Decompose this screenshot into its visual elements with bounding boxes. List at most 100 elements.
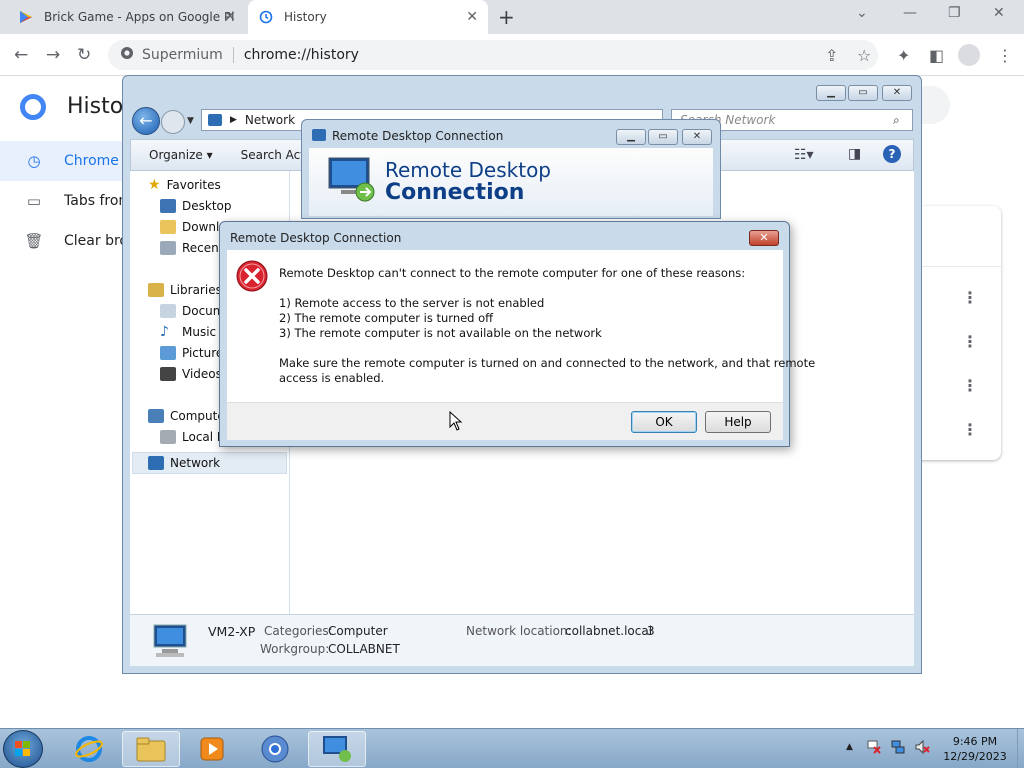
minimize-icon[interactable]: — [903, 5, 917, 21]
minimize-button[interactable]: ▁ [616, 129, 646, 145]
tab-history[interactable]: History ✕ [248, 0, 488, 34]
clock-date: 12/29/2023 [943, 750, 1007, 763]
share-icon[interactable]: ⇪ [825, 46, 838, 65]
site-info-icon[interactable] [120, 46, 134, 64]
nav-documents[interactable]: Docum [160, 301, 224, 321]
error-dialog: Remote Desktop Connection ✕ Remote Deskt… [219, 221, 815, 447]
tab-brick-game[interactable]: Brick Game - Apps on Google Pl ✕ [8, 0, 246, 34]
profile-avatar-icon[interactable] [958, 44, 980, 66]
network-tray-icon[interactable] [890, 739, 906, 755]
ok-button[interactable]: OK [631, 411, 697, 433]
close-button[interactable]: ✕ [682, 129, 712, 145]
reason-2: 2) The remote computer is turned off [279, 311, 494, 325]
close-tab-icon[interactable]: ✕ [466, 9, 478, 25]
history-icon: ◷ [27, 152, 41, 170]
omnibox-url[interactable]: chrome://history [244, 47, 359, 63]
sidebar-item-label: Clear bro [64, 233, 128, 249]
row-menu-icon[interactable]: ⋮ [962, 332, 978, 351]
trash-icon: 🗑 [24, 232, 44, 250]
show-hidden-icons-icon[interactable]: ▲ [846, 742, 853, 752]
close-tab-icon[interactable]: ✕ [224, 9, 236, 25]
error-icon [236, 260, 268, 292]
nav-downloads[interactable]: Downlo [160, 217, 227, 237]
nav-label: Videos [182, 367, 222, 381]
window-title: Remote Desktop Connection [332, 129, 504, 143]
more-menu-icon[interactable]: ⋮ [997, 46, 1013, 65]
row-menu-icon[interactable]: ⋮ [962, 376, 978, 395]
maximize-button[interactable]: ▭ [648, 129, 678, 145]
side-panel-icon[interactable]: ◧ [929, 46, 944, 65]
breadcrumb[interactable]: Network [245, 113, 295, 127]
nav-videos[interactable]: Videos [160, 364, 222, 384]
chromium-browser-icon[interactable] [246, 731, 304, 767]
documents-icon [160, 304, 176, 318]
workgroup-value: COLLABNET [328, 642, 400, 656]
preview-pane-icon[interactable]: ◨ [848, 146, 861, 162]
music-icon: ♪ [160, 324, 169, 340]
forward-arrow-icon[interactable]: → [46, 45, 60, 65]
recent-pages-chevron-icon[interactable]: ▼ [187, 116, 194, 126]
row-menu-icon[interactable]: ⋮ [962, 420, 978, 439]
back-arrow-icon[interactable]: ← [14, 45, 28, 65]
omnibox[interactable]: Supermium chrome://history [108, 40, 878, 70]
remote-desktop-icon [327, 156, 375, 202]
tab-search-chevron-icon[interactable]: ⌄ [856, 5, 868, 21]
tab-title: Brick Game - Apps on Google Pl [44, 10, 235, 24]
dialog-footer: OK Help [227, 402, 783, 440]
file-explorer-icon[interactable] [122, 731, 180, 767]
breadcrumb-chevron-icon[interactable]: ▶ [230, 115, 237, 125]
devices-icon: ▭ [26, 192, 42, 210]
volume-muted-icon[interactable] [914, 739, 930, 755]
network-location-count: 3 [647, 624, 655, 638]
organize-button[interactable]: Organize ▾ [149, 148, 213, 162]
nav-label: Favorites [166, 178, 221, 192]
media-player-icon[interactable] [183, 731, 241, 767]
clock-time: 9:46 PM [952, 735, 998, 748]
nav-favorites[interactable]: ★ Favorites [148, 175, 221, 195]
row-menu-icon[interactable]: ⋮ [962, 288, 978, 307]
rdc-icon [312, 129, 326, 141]
new-tab-plus-icon[interactable]: + [498, 5, 515, 29]
advice-line-1: Make sure the remote computer is turned … [279, 356, 816, 370]
extensions-puzzle-icon[interactable]: ✦ [897, 46, 910, 65]
internet-explorer-icon[interactable] [60, 731, 118, 767]
system-clock[interactable]: 9:46 PM 12/29/2023 [930, 734, 1020, 764]
help-icon[interactable]: ? [883, 145, 901, 163]
nav-label: Music [182, 325, 217, 339]
nav-pictures[interactable]: Picture [160, 343, 223, 363]
search-icon[interactable]: ⌕ [893, 113, 900, 128]
nav-network[interactable]: Network [148, 453, 220, 473]
minimize-button[interactable]: ▁ [816, 85, 846, 101]
nav-recent[interactable]: Recent [160, 238, 223, 258]
reload-icon[interactable]: ↻ [77, 45, 91, 65]
back-arrow-icon[interactable]: ← [132, 107, 160, 135]
nav-label: Picture [182, 346, 224, 360]
dialog-close-button[interactable]: ✕ [749, 230, 779, 246]
nav-libraries[interactable]: Libraries [148, 280, 222, 300]
start-button-windows-icon[interactable] [3, 730, 43, 768]
banner-line-2: Connection [385, 180, 525, 205]
restore-icon[interactable]: ❐ [948, 5, 961, 21]
bookmark-star-icon[interactable]: ☆ [857, 46, 871, 65]
maximize-button[interactable]: ▭ [848, 85, 878, 101]
nav-local-disk[interactable]: Local D [160, 427, 226, 447]
help-button[interactable]: Help [705, 411, 771, 433]
close-window-icon[interactable]: ✕ [993, 5, 1005, 21]
network-location-value: collabnet.local [565, 624, 653, 638]
search-active-directory-button[interactable]: Search Acti [241, 148, 309, 162]
nav-desktop[interactable]: Desktop [160, 196, 232, 216]
omnibox-divider [232, 47, 234, 63]
reason-3: 3) The remote computer is not available … [279, 326, 602, 340]
close-button[interactable]: ✕ [882, 85, 912, 101]
show-desktop-button[interactable] [1017, 729, 1024, 768]
forward-arrow-icon[interactable] [161, 110, 185, 134]
rdc-banner: Remote Desktop Connection [309, 148, 713, 216]
nav-label: Desktop [182, 199, 232, 213]
nav-music[interactable]: ♪ Music [160, 322, 216, 342]
play-store-icon [18, 9, 34, 25]
views-icon[interactable]: ☷▾ [794, 147, 814, 163]
action-center-flag-icon[interactable] [866, 739, 882, 755]
tab-title: History [284, 10, 327, 24]
nav-computer[interactable]: Compute [148, 406, 225, 426]
remote-desktop-taskbar-icon[interactable] [308, 731, 366, 767]
